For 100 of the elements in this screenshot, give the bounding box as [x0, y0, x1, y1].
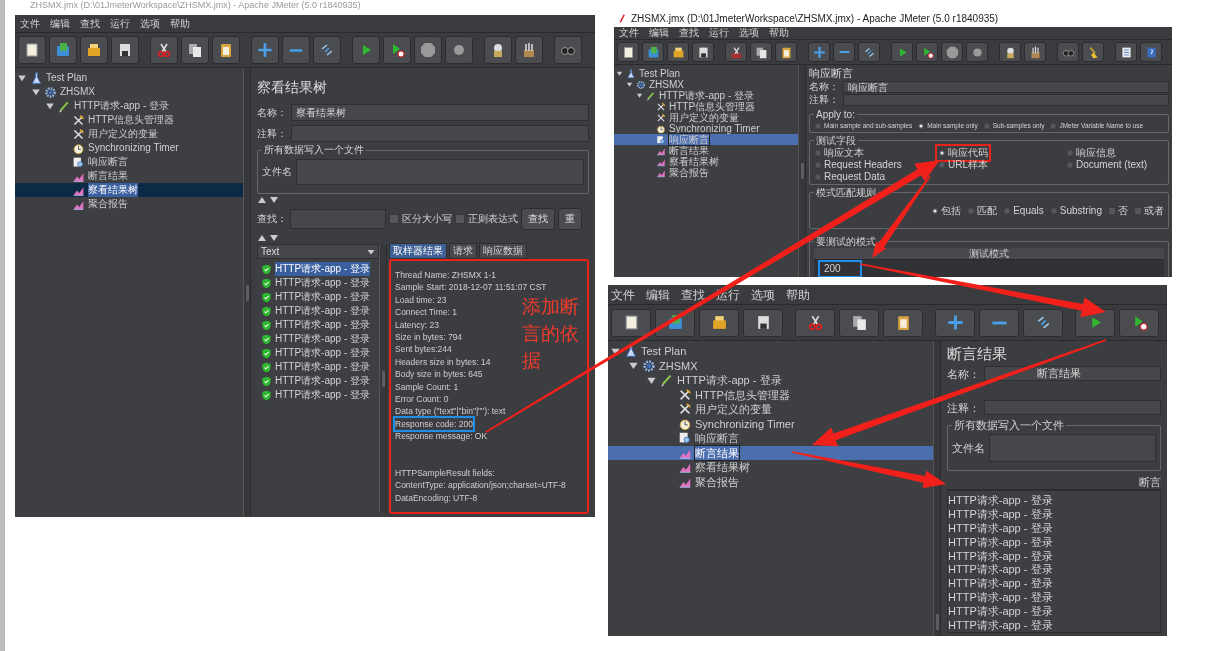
- tree-item[interactable]: ZHSMX: [614, 79, 687, 90]
- toolbar-button[interactable]: [49, 36, 77, 64]
- toolbar-button[interactable]: [617, 42, 639, 62]
- checkbox[interactable]: [455, 214, 465, 224]
- tree-item[interactable]: 聚合报告: [15, 197, 132, 211]
- toolbar-button[interactable]: [80, 36, 108, 64]
- toolbar-button[interactable]: [1119, 308, 1159, 337]
- toolbar-button[interactable]: [251, 36, 279, 64]
- menu-item[interactable]: 运行: [105, 16, 135, 31]
- toolbar-button[interactable]: [935, 308, 975, 337]
- toolbar-button[interactable]: [515, 36, 543, 64]
- result-item[interactable]: HTTP请求-app - 登录: [257, 360, 379, 374]
- splitter-grip[interactable]: [935, 614, 939, 630]
- result-item[interactable]: HTTP请求-app - 登录: [948, 618, 1160, 632]
- menu-item[interactable]: 文件: [15, 16, 45, 31]
- result-item[interactable]: HTTP请求-app - 登录: [948, 493, 1160, 507]
- file-name-field[interactable]: [989, 434, 1156, 462]
- toolbar-button[interactable]: [414, 36, 442, 64]
- result-item[interactable]: HTTP请求-app - 登录: [257, 318, 379, 332]
- toolbar-button[interactable]: [833, 42, 855, 62]
- toolbar-button[interactable]: [212, 36, 240, 64]
- radio-button[interactable]: [938, 149, 946, 157]
- menu-item[interactable]: 文件: [608, 287, 643, 302]
- expand-arrow-icon[interactable]: [31, 87, 41, 97]
- radio-button[interactable]: [1066, 149, 1074, 157]
- result-item[interactable]: HTTP请求-app - 登录: [948, 562, 1160, 577]
- toolbar-button[interactable]: [445, 36, 473, 64]
- search-field[interactable]: [290, 209, 386, 229]
- menu-item[interactable]: 查找: [678, 287, 713, 302]
- tree-item[interactable]: Synchronizing Timer: [614, 123, 763, 134]
- tree-item[interactable]: 用户定义的变量: [608, 402, 775, 417]
- toolbar-button[interactable]: [1024, 42, 1046, 62]
- toolbar-button[interactable]: [941, 42, 963, 62]
- comment-field[interactable]: [291, 125, 589, 142]
- toolbar-button[interactable]: [692, 42, 714, 62]
- toolbar-button[interactable]: [1082, 42, 1104, 62]
- tree-item[interactable]: 察看结果树: [15, 183, 243, 197]
- radio-button[interactable]: [1003, 207, 1012, 215]
- menu-item[interactable]: 查找: [674, 27, 704, 39]
- checkbox[interactable]: [1108, 207, 1116, 215]
- result-item[interactable]: HTTP请求-app - 登录: [948, 506, 1160, 521]
- tree-item[interactable]: 察看结果树: [614, 156, 722, 167]
- menu-item[interactable]: 帮助: [165, 16, 195, 31]
- toolbar-button[interactable]: [352, 36, 380, 64]
- tree-item[interactable]: Test Plan: [608, 344, 690, 359]
- menu-item[interactable]: 帮助: [783, 287, 818, 302]
- toolbar-button[interactable]: [891, 42, 913, 62]
- expand-arrow-icon[interactable]: [628, 360, 639, 372]
- toolbar-button[interactable]: [966, 42, 988, 62]
- radio-button[interactable]: [814, 149, 822, 157]
- expand-arrow-icon[interactable]: [45, 101, 55, 111]
- result-item[interactable]: HTTP请求-app - 登录: [257, 276, 379, 290]
- tree-item[interactable]: 察看结果树: [608, 460, 753, 475]
- result-item[interactable]: HTTP请求-app - 登录: [257, 346, 379, 360]
- expand-arrow-icon[interactable]: [17, 73, 27, 83]
- toolbar-button[interactable]: [111, 36, 139, 64]
- tree-item[interactable]: HTTP信息头管理器: [608, 387, 793, 402]
- radio-button[interactable]: [982, 122, 991, 130]
- checkbox[interactable]: [389, 214, 399, 224]
- radio-button[interactable]: [814, 161, 822, 169]
- result-item[interactable]: HTTP请求-app - 登录: [948, 576, 1160, 591]
- result-item[interactable]: HTTP请求-app - 登录: [257, 388, 379, 402]
- result-item[interactable]: HTTP请求-app - 登录: [948, 534, 1160, 549]
- tree-item[interactable]: 聚合报告: [608, 474, 742, 489]
- toolbar-button[interactable]: [150, 36, 178, 64]
- expand-arrow-icon[interactable]: [636, 92, 643, 99]
- name-field[interactable]: 断言结果: [984, 366, 1161, 381]
- tree-item[interactable]: 断言结果: [608, 445, 933, 460]
- menu-item[interactable]: 文件: [614, 27, 644, 39]
- menu-item[interactable]: 编辑: [643, 287, 678, 302]
- tree-item[interactable]: 断言结果: [15, 169, 132, 183]
- name-field[interactable]: 察看结果树: [291, 104, 589, 121]
- radio-button[interactable]: [917, 122, 926, 130]
- radio-button[interactable]: [931, 207, 940, 215]
- splitter-grip[interactable]: [800, 163, 804, 179]
- tab[interactable]: 请求: [449, 243, 477, 259]
- toolbar-button[interactable]: [181, 36, 209, 64]
- pattern-cell[interactable]: 200: [820, 262, 860, 276]
- tree-item[interactable]: HTTP信息头管理器: [15, 113, 179, 127]
- menu-item[interactable]: 编辑: [644, 27, 674, 39]
- result-item[interactable]: HTTP请求-app - 登录: [948, 604, 1160, 618]
- tab[interactable]: 取样器结果: [389, 243, 447, 259]
- menu-item[interactable]: 选项: [748, 287, 783, 302]
- file-name-field[interactable]: [296, 159, 584, 185]
- tree-item[interactable]: Synchronizing Timer: [15, 141, 183, 155]
- splitter-arrows-icon[interactable]: [257, 234, 281, 242]
- splitter-grip[interactable]: [381, 370, 385, 387]
- splitter-grip[interactable]: [245, 284, 249, 301]
- toolbar-button[interactable]: [775, 42, 797, 62]
- tree-item[interactable]: Test Plan: [15, 71, 92, 85]
- expand-arrow-icon[interactable]: [616, 70, 623, 77]
- name-field[interactable]: 响应断言: [843, 81, 1169, 93]
- toolbar-button[interactable]: [383, 36, 411, 64]
- search-button[interactable]: 重: [558, 208, 582, 230]
- toolbar-button[interactable]: [642, 42, 664, 62]
- result-item[interactable]: HTTP请求-app - 登录: [948, 590, 1160, 605]
- toolbar-button[interactable]: [699, 308, 739, 337]
- tree-item[interactable]: 断言结果: [614, 145, 712, 156]
- toolbar-button[interactable]: [611, 308, 651, 337]
- radio-button[interactable]: [938, 161, 946, 169]
